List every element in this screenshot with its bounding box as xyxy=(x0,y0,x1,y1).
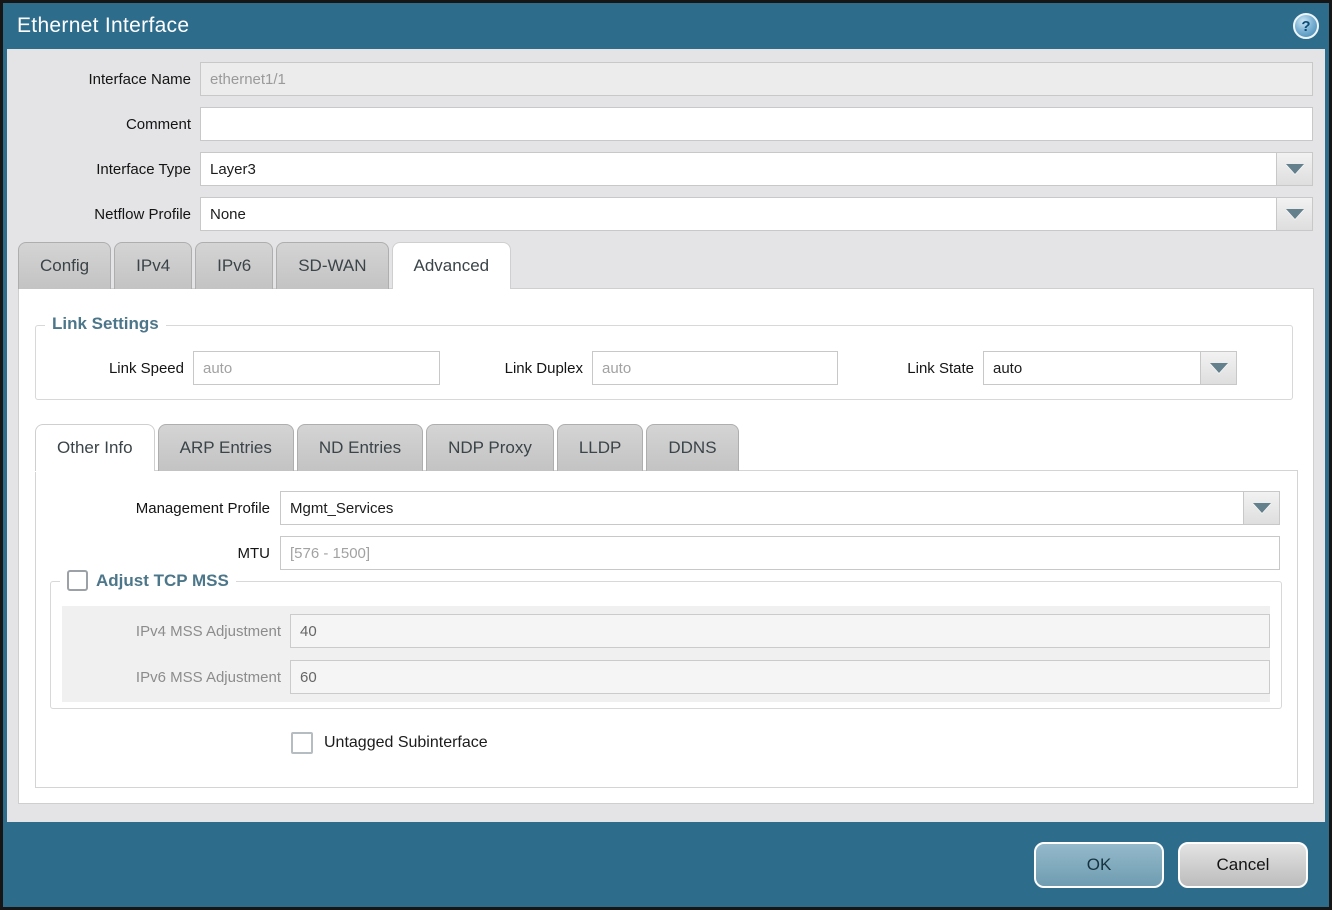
chevron-down-icon xyxy=(1286,164,1304,174)
untagged-subinterface-row: Untagged Subinterface xyxy=(291,732,1297,754)
dialog-footer: OK Cancel xyxy=(3,822,1329,907)
link-settings-legend-text: Link Settings xyxy=(52,314,159,334)
ipv6-mss-input xyxy=(290,660,1270,694)
untagged-subinterface-label: Untagged Subinterface xyxy=(324,734,488,752)
tab-nd-entries[interactable]: ND Entries xyxy=(297,424,423,471)
netflow-profile-label: Netflow Profile xyxy=(7,206,200,223)
link-state-label: Link State xyxy=(895,360,983,377)
link-state-dropdown-button[interactable] xyxy=(1200,351,1237,385)
ethernet-interface-dialog: Ethernet Interface ? Interface Name Comm… xyxy=(0,0,1332,910)
link-duplex-group: Link Duplex xyxy=(488,351,838,385)
tab-ddns[interactable]: DDNS xyxy=(646,424,738,471)
link-state-group: Link State xyxy=(895,351,1237,385)
adjust-tcp-mss-legend: Adjust TCP MSS xyxy=(60,570,236,591)
comment-label: Comment xyxy=(7,116,200,133)
mtu-label: MTU xyxy=(36,545,280,562)
comment-row: Comment xyxy=(7,107,1325,141)
management-profile-combo xyxy=(280,491,1280,525)
tab-ipv6[interactable]: IPv6 xyxy=(195,242,273,289)
management-profile-label: Management Profile xyxy=(36,500,280,517)
netflow-profile-row: Netflow Profile xyxy=(7,197,1325,231)
netflow-profile-combo xyxy=(200,197,1313,231)
main-tabstrip: Config IPv4 IPv6 SD-WAN Advanced xyxy=(7,242,1325,289)
management-profile-input[interactable] xyxy=(280,491,1243,525)
link-settings-fieldset: Link Settings Link Speed Link Duplex Lin… xyxy=(35,325,1293,400)
interface-name-label: Interface Name xyxy=(7,71,200,88)
ipv4-mss-row: IPv4 MSS Adjustment xyxy=(62,614,1270,648)
ipv4-mss-input xyxy=(290,614,1270,648)
link-speed-label: Link Speed xyxy=(48,360,193,377)
link-duplex-label: Link Duplex xyxy=(488,360,592,377)
interface-type-combo xyxy=(200,152,1313,186)
untagged-subinterface-checkbox[interactable] xyxy=(291,732,313,754)
mss-disabled-block: IPv4 MSS Adjustment IPv6 MSS Adjustment xyxy=(62,606,1270,702)
tab-config[interactable]: Config xyxy=(18,242,111,289)
link-speed-group: Link Speed xyxy=(48,351,440,385)
management-profile-dropdown-button[interactable] xyxy=(1243,491,1280,525)
adjust-tcp-mss-checkbox[interactable] xyxy=(67,570,88,591)
tab-lldp[interactable]: LLDP xyxy=(557,424,644,471)
dialog-title: Ethernet Interface xyxy=(17,14,189,38)
interface-type-dropdown-button[interactable] xyxy=(1276,152,1313,186)
ipv6-mss-row: IPv6 MSS Adjustment xyxy=(62,660,1270,694)
interface-type-input[interactable] xyxy=(200,152,1276,186)
help-icon-glyph: ? xyxy=(1301,18,1310,35)
tab-ndp-proxy[interactable]: NDP Proxy xyxy=(426,424,554,471)
advanced-tab-panel: Link Settings Link Speed Link Duplex Lin… xyxy=(18,288,1314,804)
netflow-profile-input[interactable] xyxy=(200,197,1276,231)
ok-button[interactable]: OK xyxy=(1034,842,1164,888)
mtu-input[interactable] xyxy=(280,536,1280,570)
interface-name-row: Interface Name xyxy=(7,62,1325,96)
help-icon[interactable]: ? xyxy=(1293,13,1319,39)
dialog-titlebar: Ethernet Interface ? xyxy=(3,3,1329,49)
tab-ipv4[interactable]: IPv4 xyxy=(114,242,192,289)
link-duplex-input[interactable] xyxy=(592,351,838,385)
sub-tabstrip: Other Info ARP Entries ND Entries NDP Pr… xyxy=(35,424,1304,471)
netflow-profile-dropdown-button[interactable] xyxy=(1276,197,1313,231)
link-speed-input[interactable] xyxy=(193,351,440,385)
link-state-input[interactable] xyxy=(983,351,1200,385)
chevron-down-icon xyxy=(1253,503,1271,513)
chevron-down-icon xyxy=(1210,363,1228,373)
adjust-tcp-mss-legend-text: Adjust TCP MSS xyxy=(96,571,229,591)
cancel-button[interactable]: Cancel xyxy=(1178,842,1308,888)
ipv4-mss-label: IPv4 MSS Adjustment xyxy=(62,623,290,640)
tab-arp-entries[interactable]: ARP Entries xyxy=(158,424,294,471)
link-settings-row: Link Speed Link Duplex Link State xyxy=(48,351,1280,385)
comment-input[interactable] xyxy=(200,107,1313,141)
ipv6-mss-label: IPv6 MSS Adjustment xyxy=(62,669,290,686)
other-info-panel: Management Profile MTU xyxy=(35,470,1298,788)
dialog-body: Interface Name Comment Interface Type xyxy=(7,49,1325,822)
interface-name-input xyxy=(200,62,1313,96)
link-state-combo xyxy=(983,351,1237,385)
interface-type-row: Interface Type xyxy=(7,152,1325,186)
adjust-tcp-mss-fieldset: Adjust TCP MSS IPv4 MSS Adjustment IPv6 … xyxy=(50,581,1282,709)
link-settings-legend: Link Settings xyxy=(45,314,166,334)
tab-advanced[interactable]: Advanced xyxy=(392,242,512,289)
mtu-row: MTU xyxy=(36,536,1297,570)
tab-other-info[interactable]: Other Info xyxy=(35,424,155,471)
tab-sdwan[interactable]: SD-WAN xyxy=(276,242,388,289)
chevron-down-icon xyxy=(1286,209,1304,219)
management-profile-row: Management Profile xyxy=(36,491,1297,525)
interface-type-label: Interface Type xyxy=(7,161,200,178)
